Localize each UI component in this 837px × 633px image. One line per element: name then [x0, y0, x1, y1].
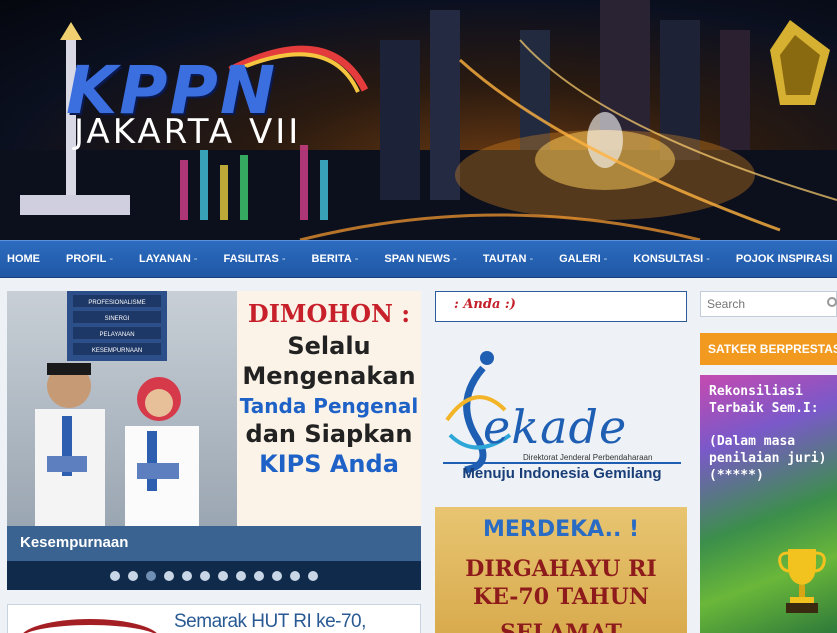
dropdown-caret-icon: - — [193, 253, 198, 265]
nav-item-galeri[interactable]: GALERI - — [552, 253, 607, 265]
sekade-banner[interactable]: ekade Direktorat Jenderal Perbendaharaan… — [435, 340, 687, 490]
merdeka-line: SELAMAT — [500, 620, 622, 633]
nav-item-span-news[interactable]: SPAN NEWS - — [377, 253, 456, 265]
trophy-icon — [778, 549, 826, 613]
sign-text: SINERGI — [105, 316, 130, 322]
dropdown-caret-icon: - — [453, 253, 457, 265]
running-text-box: : Anda :) — [435, 291, 687, 322]
header-banner: KPPN JAKARTA VII — [0, 0, 837, 240]
slider-dot[interactable] — [236, 570, 246, 581]
nav-item-layanan[interactable]: LAYANAN - — [132, 253, 197, 265]
staff-illustration: PROFESIONALISME SINERGI PELAYANAN KESEMP… — [35, 291, 199, 526]
page: KPPN JAKARTA VII HOME PROFIL - LAYANAN - F… — [0, 0, 837, 633]
slider-dot-active[interactable] — [146, 570, 156, 581]
poster-line: Tanda Pengenal — [239, 394, 419, 418]
poster-line: DIMOHON : — [247, 299, 411, 328]
poster-line: Mengenakan — [242, 362, 416, 390]
nav-item-fasilitas[interactable]: FASILITAS - — [216, 253, 285, 265]
dropdown-caret-icon: - — [529, 253, 534, 265]
nav-item-tautan[interactable]: TAUTAN - — [476, 253, 533, 265]
dropdown-caret-icon: - — [281, 253, 286, 265]
staff-photo: PROFESIONALISME SINERGI PELAYANAN KESEMP… — [7, 291, 237, 526]
merdeka-banner[interactable]: MERDEKA.. ! DIRGAHAYU RI KE-70 TAHUN SEL… — [435, 507, 687, 633]
slider-dot[interactable] — [182, 570, 192, 581]
article-preview[interactable]: Semarak HUT RI ke-70, KPPN — [7, 604, 421, 633]
nav-item-berita[interactable]: BERITA - — [305, 253, 359, 265]
article-title-link[interactable]: Semarak HUT RI ke-70, KPPN — [174, 611, 420, 633]
search-input[interactable] — [700, 291, 837, 317]
slide-poster: DIMOHON : Selalu Mengenakan Tanda Pengen… — [237, 291, 421, 526]
slider-dot[interactable] — [254, 570, 264, 581]
slide-image[interactable]: PROFESIONALISME SINERGI PELAYANAN KESEMP… — [7, 291, 421, 526]
article-thumbnail[interactable] — [20, 619, 160, 633]
sign-text: PELAYANAN — [99, 332, 134, 338]
search-icon[interactable] — [827, 297, 837, 307]
slider-dot[interactable] — [110, 570, 120, 581]
image-slider[interactable]: PROFESIONALISME SINERGI PELAYANAN KESEMP… — [7, 291, 421, 590]
satker-berprestasi-header: SATKER BERPRESTASI — [700, 333, 837, 365]
dropdown-caret-icon: - — [109, 253, 114, 265]
poster-line: KIPS Anda — [259, 450, 399, 478]
slider-dot[interactable] — [272, 570, 282, 581]
nav-item-home[interactable]: HOME — [0, 253, 40, 265]
rekon-line: (*****) — [709, 468, 764, 483]
merdeka-line: MERDEKA.. ! — [482, 517, 640, 542]
dropdown-caret-icon: - — [706, 253, 710, 265]
rekon-line: penilaian juri) — [709, 451, 827, 466]
rekon-line: Terbaik Sem.I: — [709, 401, 819, 416]
slider-dot[interactable] — [164, 570, 174, 581]
sign-text: PROFESIONALISME — [88, 300, 145, 306]
rekon-line: (Dalam masa — [709, 434, 796, 449]
sign-text: KESEMPURNAAN — [92, 348, 142, 354]
nav-item-konsultasi[interactable]: KONSULTASI - — [626, 253, 710, 265]
logo-subtitle: JAKARTA VII — [74, 112, 302, 152]
dropdown-caret-icon: - — [354, 253, 359, 265]
slide-caption: Kesempurnaan — [7, 526, 421, 561]
slider-dot[interactable] — [200, 570, 210, 581]
slider-dot[interactable] — [290, 570, 300, 581]
sekade-tagline: Menuju Indonesia Gemilang — [443, 462, 681, 482]
sekade-subtext: Direktorat Jenderal Perbendaharaan — [523, 453, 653, 462]
nav-item-pojok-inspirasi[interactable]: POJOK INSPIRASI — [729, 253, 833, 265]
nav-item-profil[interactable]: PROFIL - — [59, 253, 113, 265]
rekon-line: Rekonsiliasi — [709, 384, 803, 399]
dropdown-caret-icon: - — [603, 253, 608, 265]
merdeka-line: KE-70 TAHUN — [472, 584, 650, 610]
main-nav: HOME PROFIL - LAYANAN - FASILITAS - BERITA -… — [0, 240, 837, 278]
slider-pagination — [7, 561, 421, 590]
slider-dot[interactable] — [128, 570, 138, 581]
poster-line: dan Siapkan — [245, 420, 413, 448]
sekade-logo-text: ekade — [483, 400, 628, 454]
slider-dot[interactable] — [308, 570, 318, 581]
poster-line: Selalu — [287, 332, 371, 360]
slider-dot[interactable] — [218, 570, 228, 581]
merdeka-line: DIRGAHAYU RI — [465, 556, 657, 582]
